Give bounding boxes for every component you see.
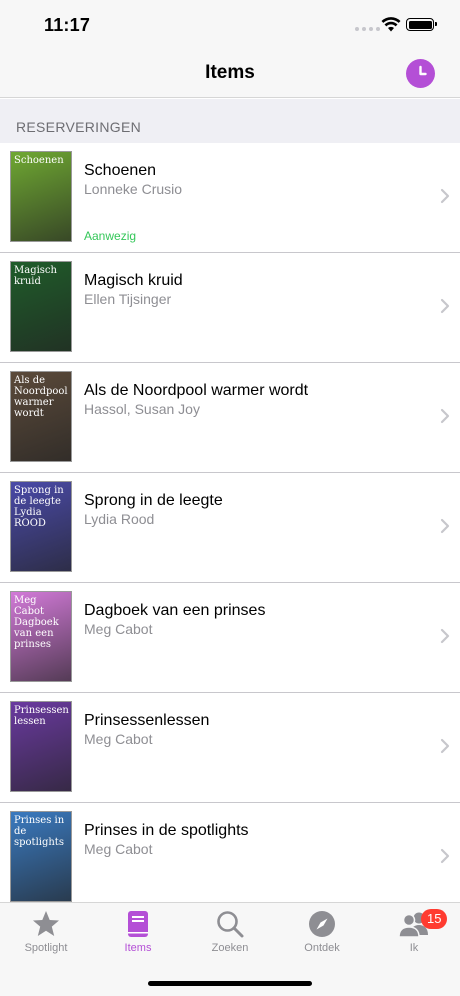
chevron-right-icon xyxy=(440,408,450,424)
cover-text: Prinsessen lessen xyxy=(14,705,69,727)
item-author: Lydia Rood xyxy=(84,511,155,527)
tab-ik[interactable]: Ik 15 xyxy=(368,909,460,963)
item-title: Als de Noordpool warmer wordt xyxy=(84,382,309,399)
cover-text: Prinses in de spotlights xyxy=(14,815,65,848)
tab-items[interactable]: Items xyxy=(92,909,184,963)
section-header: RESERVERINGEN xyxy=(0,99,460,143)
chevron-right-icon xyxy=(440,628,450,644)
star-icon xyxy=(33,911,59,936)
cover-text: Sprong in de leegte Lydia ROOD xyxy=(14,485,64,529)
item-status: Aanwezig xyxy=(84,229,137,243)
status-time: 11:17 xyxy=(44,15,91,35)
list-item[interactable]: Prinsessen lessen Prinsessenlessen Meg Cab… xyxy=(0,693,460,803)
book-cover: Sprong in de leegte Lydia ROOD xyxy=(10,481,72,572)
history-button[interactable] xyxy=(406,59,435,88)
cover-text: Meg Cabot Dagboek van een prinses xyxy=(14,595,59,650)
tab-label: Items xyxy=(124,942,152,954)
chevron-right-icon xyxy=(440,188,450,204)
tab-ontdek[interactable]: Ontdek xyxy=(276,909,368,963)
item-title: Magisch kruid xyxy=(84,272,183,289)
notification-badge: 15 xyxy=(421,909,448,929)
item-author: Hassol, Susan Joy xyxy=(84,401,200,417)
chevron-right-icon xyxy=(440,848,450,864)
item-author: Meg Cabot xyxy=(84,731,153,747)
list-item[interactable]: Magisch kruid Magisch kruid Ellen Tijsinge… xyxy=(0,253,460,363)
book-icon xyxy=(128,911,148,937)
chevron-right-icon xyxy=(440,738,450,754)
status-bar: 11:17 xyxy=(0,0,460,50)
search-icon xyxy=(217,911,244,938)
section-header-label: RESERVERINGEN xyxy=(16,119,142,135)
cover-text: Als de Noordpool warmer wordt xyxy=(14,375,68,419)
item-title: Sprong in de leegte xyxy=(84,492,223,509)
compass-icon xyxy=(309,911,335,937)
home-indicator xyxy=(148,981,312,986)
tab-label: Ik xyxy=(409,942,419,954)
book-cover: Prinses in de spotlights xyxy=(10,811,72,902)
book-cover: Als de Noordpool warmer wordt xyxy=(10,371,72,462)
item-author: Meg Cabot xyxy=(84,841,153,857)
tab-label: Ontdek xyxy=(304,942,340,954)
book-cover: Prinsessen lessen xyxy=(10,701,72,792)
list-item[interactable]: Sprong in de leegte Lydia ROOD Sprong in … xyxy=(0,473,460,583)
item-author: Lonneke Crusio xyxy=(84,181,183,197)
item-author: Ellen Tijsinger xyxy=(84,291,172,307)
book-cover: Magisch kruid xyxy=(10,261,72,352)
item-title: Dagboek van een prinses xyxy=(84,602,266,619)
book-cover: Meg Cabot Dagboek van een prinses xyxy=(10,591,72,682)
list-item[interactable]: Meg Cabot Dagboek van een prinses Dagboek… xyxy=(0,583,460,693)
reservations-list: Schoenen Schoenen Lonneke Crusio Aanwezig Ma… xyxy=(0,143,460,913)
list-item[interactable]: Schoenen Schoenen Lonneke Crusio Aanwezig xyxy=(0,143,460,253)
tab-label: Spotlight xyxy=(24,942,68,954)
wifi-icon xyxy=(381,17,401,32)
item-title: Schoenen xyxy=(84,162,157,179)
tab-label: Zoeken xyxy=(211,942,249,954)
navigation-bar: Items xyxy=(0,50,460,98)
tab-zoeken[interactable]: Zoeken xyxy=(184,909,276,963)
chevron-right-icon xyxy=(440,518,450,534)
cover-text: Schoenen xyxy=(14,155,64,166)
list-item[interactable]: Als de Noordpool warmer wordt Als de Noor… xyxy=(0,363,460,473)
book-cover: Schoenen xyxy=(10,151,72,242)
item-title: Prinses in de spotlights xyxy=(84,822,249,839)
battery-icon xyxy=(406,18,437,31)
list-item[interactable]: Prinses in de spotlights Prinses in de sp… xyxy=(0,803,460,913)
clock-icon xyxy=(419,65,427,76)
page-title: Items xyxy=(205,62,255,83)
signal-icon xyxy=(355,27,380,31)
item-title: Prinsessenlessen xyxy=(84,712,210,729)
item-author: Meg Cabot xyxy=(84,621,153,637)
chevron-right-icon xyxy=(440,298,450,314)
cover-text: Magisch kruid xyxy=(14,265,57,287)
tab-spotlight[interactable]: Spotlight xyxy=(0,909,92,963)
